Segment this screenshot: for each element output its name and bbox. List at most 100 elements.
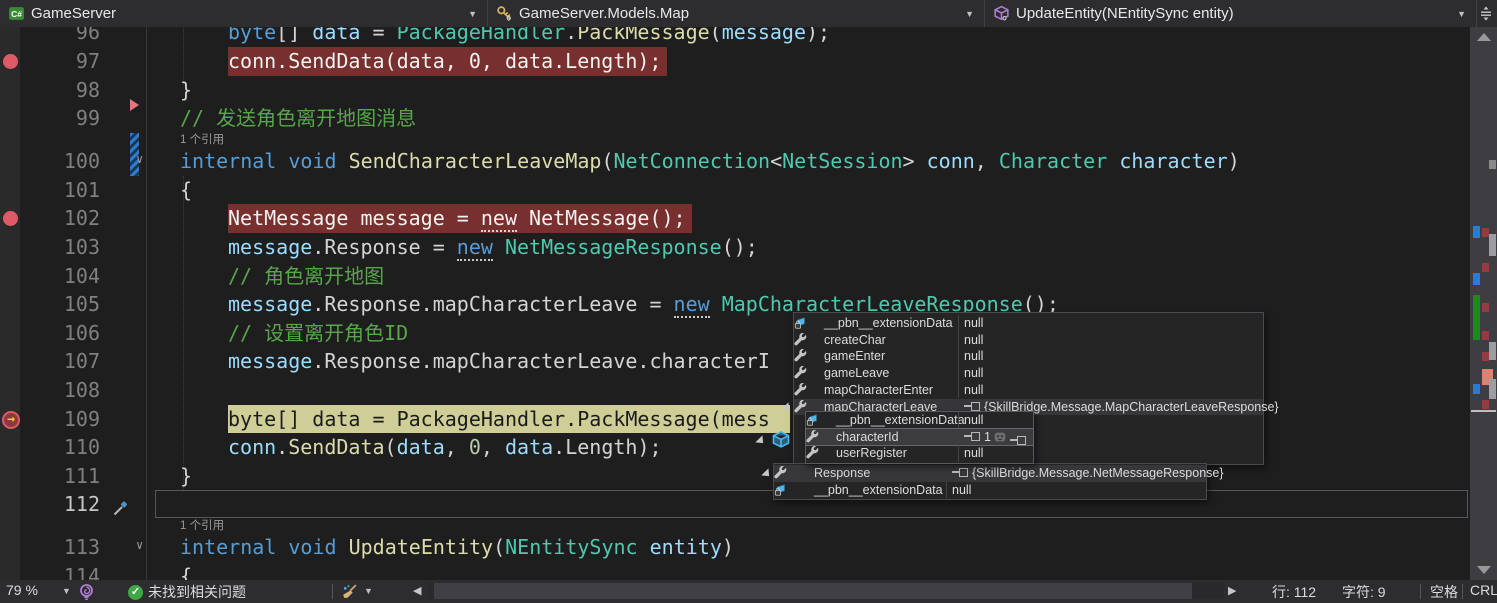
line-number: 108 bbox=[24, 376, 100, 405]
scrollbar-marker-red bbox=[1482, 352, 1489, 361]
code-line-100[interactable]: 100internal void SendCharacterLeaveMap(N… bbox=[0, 147, 1470, 176]
spaces-mode-button[interactable]: 空格 bbox=[1430, 582, 1458, 602]
intellicode-status-icon[interactable] bbox=[78, 583, 95, 600]
datatip-row[interactable]: gameEnternull bbox=[794, 348, 1263, 365]
code-cleanup-broom-icon[interactable] bbox=[341, 583, 358, 600]
line-number: 98 bbox=[24, 76, 100, 105]
pin-icon[interactable] bbox=[964, 432, 980, 440]
value-text: null bbox=[964, 366, 983, 380]
zoom-level-select[interactable]: 79 % bbox=[6, 582, 38, 598]
datatip-row[interactable]: mapCharacterEnternull bbox=[794, 382, 1263, 399]
line-number: 101 bbox=[24, 176, 100, 205]
cleanup-chevron-icon[interactable]: ▼ bbox=[364, 586, 373, 596]
eol-mode-button[interactable]: CRLF bbox=[1470, 582, 1497, 598]
token: . bbox=[637, 349, 649, 373]
column-separator bbox=[958, 445, 959, 462]
token: message bbox=[228, 349, 312, 373]
zoom-chevron-icon[interactable]: ▼ bbox=[62, 586, 71, 596]
code-line-97[interactable]: 97conn.SendData(data, 0, data.Length); bbox=[0, 47, 1470, 76]
token: // 发送角色离开地图消息 bbox=[180, 106, 416, 130]
code-text: // 角色离开地图 bbox=[228, 262, 384, 291]
field-lock-icon bbox=[774, 483, 788, 497]
token: ( bbox=[601, 149, 613, 173]
value-text: null bbox=[964, 349, 983, 363]
codelens-references[interactable]: 1 个引用 bbox=[180, 519, 224, 533]
member-value: null bbox=[952, 482, 971, 499]
visualizer-icon[interactable] bbox=[992, 430, 1008, 444]
datatip-row[interactable]: characterId1 bbox=[806, 429, 1033, 446]
member-name: characterId bbox=[836, 429, 899, 446]
code-text: internal void UpdateEntity(NEntitySync e… bbox=[180, 533, 734, 562]
member-name: createChar bbox=[824, 332, 886, 349]
code-line-98[interactable]: 98} bbox=[0, 76, 1470, 105]
code-line-103[interactable]: 103message.Response = new NetMessageResp… bbox=[0, 233, 1470, 262]
code-line-99[interactable]: 99// 发送角色离开地图消息 bbox=[0, 104, 1470, 133]
scroll-down-arrow-icon[interactable] bbox=[1477, 566, 1491, 574]
pin-icon[interactable] bbox=[1010, 436, 1026, 444]
token: ); bbox=[806, 27, 830, 44]
codelens-references[interactable]: 1 个引用 bbox=[180, 133, 224, 147]
token: = bbox=[637, 292, 673, 316]
code-line-114[interactable]: 114{ bbox=[0, 562, 1470, 580]
pin-icon[interactable] bbox=[964, 402, 980, 410]
line-number: 111 bbox=[24, 462, 100, 491]
token bbox=[276, 149, 288, 173]
line-number: 97 bbox=[24, 47, 100, 76]
vertical-scrollbar[interactable] bbox=[1470, 27, 1497, 580]
datatip-row[interactable]: Response{SkillBridge.Message.NetMessageR… bbox=[774, 465, 1206, 482]
nav-dropdown-3[interactable]: UpdateEntity(NEntitySync entity)▼ bbox=[985, 0, 1477, 27]
scrollbar-marker-red bbox=[1482, 331, 1489, 340]
breakpoint-icon[interactable] bbox=[3, 211, 18, 226]
token: NEntitySync bbox=[505, 535, 637, 559]
token: SendCharacterLeaveMap bbox=[349, 149, 602, 173]
token: Response bbox=[324, 349, 420, 373]
datatip-secondary: Response{SkillBridge.Message.NetMessageR… bbox=[773, 463, 1207, 500]
collapse-chevron-icon[interactable]: ∨ bbox=[136, 145, 143, 174]
column-separator bbox=[958, 348, 959, 365]
datatip-row[interactable]: gameLeavenull bbox=[794, 365, 1263, 382]
scrollbar-marker-red bbox=[1482, 400, 1489, 409]
token: = bbox=[360, 27, 396, 44]
code-line-102[interactable]: 102NetMessage message = new NetMessage()… bbox=[0, 204, 1470, 233]
breakpoint-icon[interactable] bbox=[3, 54, 18, 69]
vs-editor-window: C#GameServer▼GameServer.Models.Map▼Updat… bbox=[0, 0, 1497, 603]
nav-dropdown-2[interactable]: GameServer.Models.Map▼ bbox=[488, 0, 985, 27]
member-name: __pbn__extensionData bbox=[836, 412, 965, 429]
token: // 角色离开地图 bbox=[228, 264, 384, 288]
token: mapCharacterLeave bbox=[433, 292, 638, 316]
code-line-104[interactable]: 104// 角色离开地图 bbox=[0, 262, 1470, 291]
line-number: 106 bbox=[24, 319, 100, 348]
code-editor[interactable]: 96byte[] data = PackageHandler.PackMessa… bbox=[0, 27, 1470, 580]
no-problems-indicator[interactable]: ✓ bbox=[128, 582, 143, 600]
scrollbar-marker-red bbox=[1482, 228, 1489, 237]
column-separator bbox=[958, 332, 959, 349]
hscroll-left-arrow[interactable]: ◀ bbox=[413, 584, 421, 597]
code-text: message.Response = new NetMessageRespons… bbox=[228, 233, 758, 262]
datatip-row[interactable]: __pbn__extensionDatanull bbox=[794, 315, 1263, 332]
collapse-chevron-icon[interactable]: ∨ bbox=[136, 531, 143, 560]
line-number: 96 bbox=[24, 27, 100, 47]
scroll-up-arrow-icon[interactable] bbox=[1477, 33, 1491, 41]
nav-dropdown-1[interactable]: C#GameServer▼ bbox=[0, 0, 488, 27]
datatip-row[interactable]: createCharnull bbox=[794, 332, 1263, 349]
token: . bbox=[312, 235, 324, 259]
hscroll-right-arrow[interactable]: ▶ bbox=[1228, 584, 1236, 597]
code-line-101[interactable]: 101{ bbox=[0, 176, 1470, 205]
datatip-row[interactable]: __pbn__extensionDatanull bbox=[774, 482, 1206, 499]
method-icon bbox=[993, 5, 1010, 22]
current-statement-arrow-icon[interactable]: → bbox=[2, 411, 20, 429]
code-line-96[interactable]: 96byte[] data = PackageHandler.PackMessa… bbox=[0, 27, 1470, 47]
token: , bbox=[481, 435, 505, 459]
quick-actions-screwdriver-icon[interactable] bbox=[112, 496, 128, 512]
datatip-row[interactable]: __pbn__extensionDatanull bbox=[806, 412, 1033, 429]
code-line-111[interactable]: 111} bbox=[0, 462, 1470, 491]
datatip-row[interactable]: userRegisternull bbox=[806, 445, 1033, 462]
property-wrench-icon bbox=[806, 430, 820, 444]
split-window-handle-icon[interactable] bbox=[1478, 3, 1494, 24]
code-line-112[interactable]: 112 bbox=[0, 490, 1470, 519]
code-line-113[interactable]: 113internal void UpdateEntity(NEntitySyn… bbox=[0, 533, 1470, 562]
hscroll-thumb[interactable] bbox=[434, 583, 1192, 599]
pin-icon[interactable] bbox=[952, 468, 968, 476]
token bbox=[493, 235, 505, 259]
column-separator bbox=[946, 482, 947, 499]
